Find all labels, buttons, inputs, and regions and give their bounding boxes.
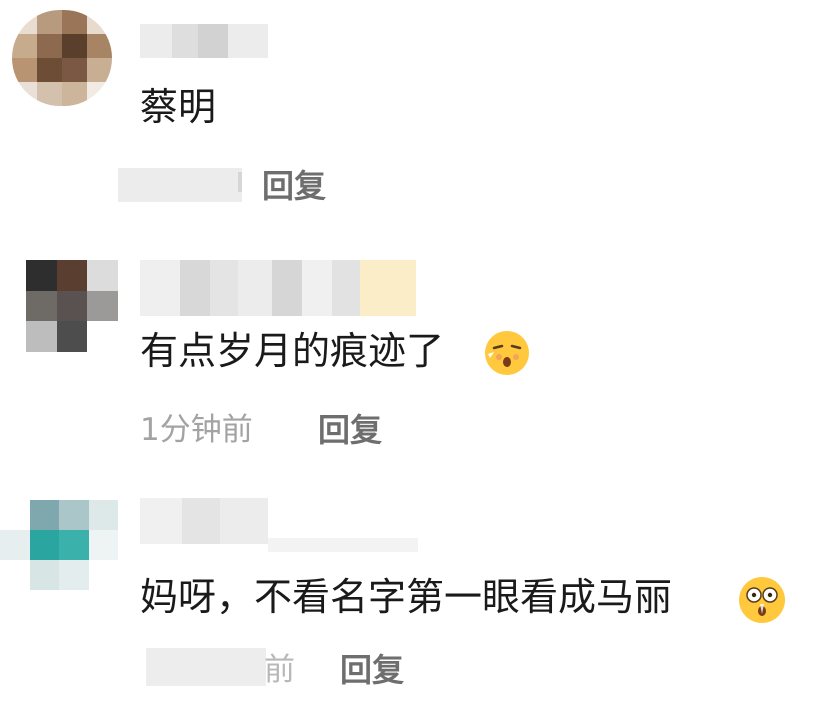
reply-button[interactable]: 回复 <box>318 410 382 450</box>
reply-button[interactable]: 回复 <box>340 650 404 690</box>
username-blurred[interactable] <box>140 260 416 316</box>
avatar[interactable] <box>12 10 112 106</box>
shocked-face-icon <box>739 577 785 623</box>
avatar[interactable] <box>0 500 118 590</box>
time-blurred <box>118 168 242 202</box>
comment-text: 蔡明 <box>140 85 217 129</box>
reply-button[interactable]: 回复 <box>262 166 326 206</box>
timestamp: 1分钟前 <box>140 412 253 448</box>
time-blurred <box>146 648 266 686</box>
timestamp: 前 <box>264 652 295 688</box>
comment-item-3: 妈呀，不看名字第一眼看成马丽 前 回复 <box>0 490 838 702</box>
username-blurred[interactable] <box>140 24 268 58</box>
comment-item-2: 有点岁月的痕迹了 1分钟前 回复 <box>0 230 838 490</box>
avatar[interactable] <box>26 260 118 352</box>
comment-item-1: 蔡明 回复 <box>0 0 838 230</box>
tongue-kiss-face-icon <box>485 331 529 375</box>
username-blurred[interactable] <box>140 498 268 544</box>
comment-text: 妈呀，不看名字第一眼看成马丽 <box>140 575 673 619</box>
comment-text: 有点岁月的痕迹了 <box>140 329 445 373</box>
